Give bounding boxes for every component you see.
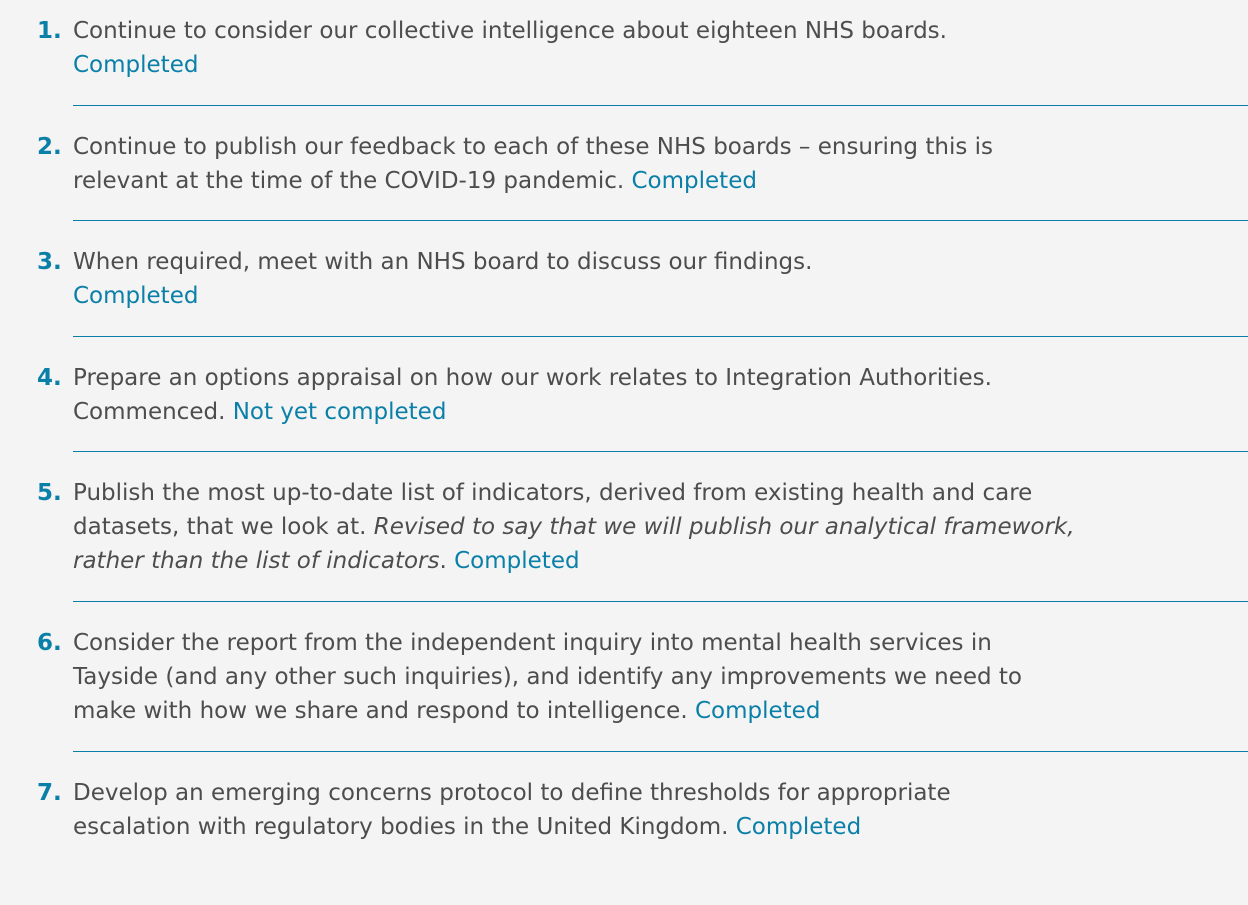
revision-note: Revised to say that we will publish our …	[373, 514, 1075, 540]
item-text: Prepare an options appraisal on how our …	[73, 361, 1248, 429]
item-number: 3.	[37, 249, 62, 275]
status-label: Completed	[631, 168, 757, 194]
item-text: When required, meet with an NHS board to…	[73, 245, 1248, 313]
item-divider	[73, 336, 1248, 337]
status-label: Completed	[454, 548, 580, 574]
item-text-line: escalation with regulatory bodies in the…	[73, 814, 729, 840]
status-label: Completed	[73, 52, 199, 78]
item-text: Continue to consider our collective inte…	[73, 14, 1248, 82]
item-text-line: make with how we share and respond to in…	[73, 698, 688, 724]
item-number: 2.	[37, 134, 62, 160]
status-label: Not yet completed	[232, 399, 447, 425]
item-text-line: Publish the most up-to-date list of indi…	[73, 480, 1033, 506]
item-number: 6.	[37, 630, 62, 656]
item-text: Develop an emerging concerns protocol to…	[73, 776, 1248, 844]
item-text: Consider the report from the independent…	[73, 626, 1248, 728]
revision-note: rather than the list of indicators	[73, 548, 440, 574]
item-number: 7.	[37, 780, 62, 806]
item-divider	[73, 601, 1248, 602]
item-text-line: Commenced.	[73, 399, 226, 425]
item-divider	[73, 220, 1248, 221]
item-text-line: Tayside (and any other such inquiries), …	[73, 664, 1023, 690]
item-text: Publish the most up-to-date list of indi…	[73, 476, 1248, 578]
commitments-list: 1. Continue to consider our collective i…	[0, 0, 1248, 905]
item-text-line: When required, meet with an NHS board to…	[73, 249, 813, 275]
item-text-line: Continue to publish our feedback to each…	[73, 134, 993, 160]
item-number: 5.	[37, 480, 62, 506]
item-text-line: Consider the report from the independent…	[73, 630, 992, 656]
item-text-line: Develop an emerging concerns protocol to…	[73, 780, 951, 806]
status-label: Completed	[735, 814, 862, 840]
item-divider	[73, 105, 1248, 106]
item-text-line: Continue to consider our collective inte…	[73, 18, 947, 44]
item-text-punctuation: .	[439, 548, 447, 574]
status-label: Completed	[73, 283, 199, 309]
item-text-line: Prepare an options appraisal on how our …	[73, 365, 992, 391]
item-text: Continue to publish our feedback to each…	[73, 130, 1248, 198]
item-number: 1.	[37, 18, 62, 44]
item-number: 4.	[37, 365, 62, 391]
item-text-line: datasets, that we look at.	[73, 514, 367, 540]
item-divider	[73, 751, 1248, 752]
item-text-line: relevant at the time of the COVID-19 pan…	[73, 168, 625, 194]
status-label: Completed	[694, 698, 821, 724]
item-divider	[73, 451, 1248, 452]
